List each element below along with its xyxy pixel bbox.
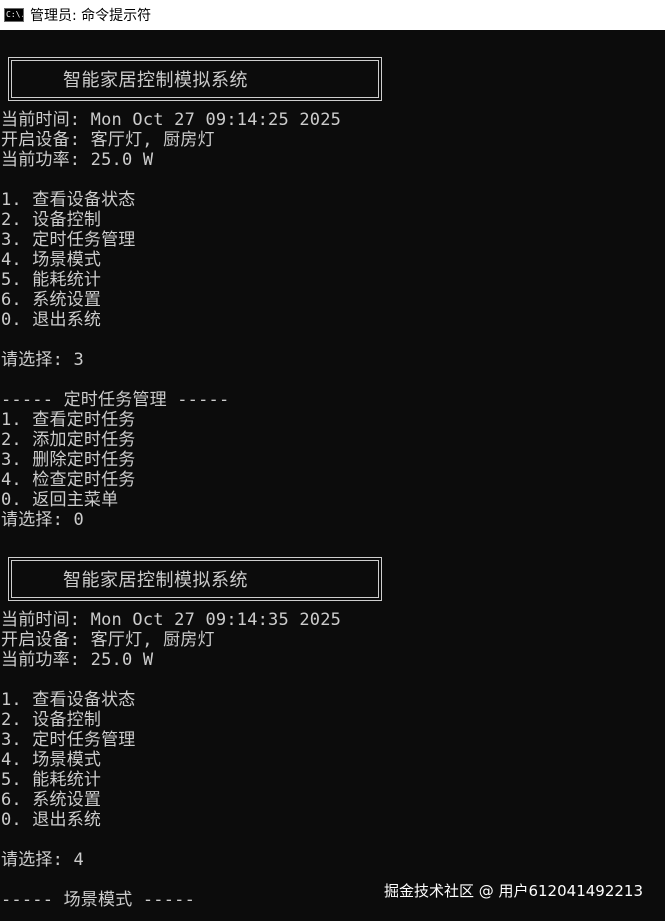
- menu-item: 5. 能耗统计: [1, 770, 102, 790]
- menu-item: 1. 查看设备状态: [1, 690, 136, 710]
- watermark-text: 掘金技术社区 @ 用户612041492213: [383, 882, 643, 900]
- submenu-header: ----- 定时任务管理 -----: [1, 390, 230, 410]
- window-titlebar: C:\. 管理员: 命令提示符: [0, 0, 665, 30]
- menu-item: 0. 退出系统: [1, 810, 102, 830]
- submenu-item: 2. 添加定时任务: [1, 430, 136, 450]
- menu-item: 2. 设备控制: [1, 210, 102, 230]
- menu-item: 6. 系统设置: [1, 790, 102, 810]
- current-power-line: 当前功率: 25.0 W: [1, 150, 154, 170]
- submenu-item: 0. 返回主菜单: [1, 490, 119, 510]
- scene-mode-header: ----- 场景模式 -----: [1, 890, 196, 910]
- banner-title: 智能家居控制模拟系统: [11, 560, 379, 598]
- active-devices-line: 开启设备: 客厅灯, 厨房灯: [1, 130, 215, 150]
- banner-title: 智能家居控制模拟系统: [11, 60, 379, 98]
- window-title: 管理员: 命令提示符: [30, 8, 152, 24]
- current-time-line: 当前时间: Mon Oct 27 09:14:25 2025: [1, 110, 342, 130]
- active-devices-line: 开启设备: 客厅灯, 厨房灯: [1, 630, 215, 650]
- console-output[interactable]: 智能家居控制模拟系统 当前时间: Mon Oct 27 09:14:25 202…: [0, 30, 665, 921]
- current-time-line: 当前时间: Mon Oct 27 09:14:35 2025: [1, 610, 342, 630]
- menu-item: 5. 能耗统计: [1, 270, 102, 290]
- menu-item: 4. 场景模式: [1, 750, 102, 770]
- banner-box: 智能家居控制模拟系统: [8, 57, 382, 101]
- menu-item: 2. 设备控制: [1, 710, 102, 730]
- menu-item: 4. 场景模式: [1, 250, 102, 270]
- menu-item: 3. 定时任务管理: [1, 730, 136, 750]
- submenu-item: 3. 删除定时任务: [1, 450, 136, 470]
- menu-item: 6. 系统设置: [1, 290, 102, 310]
- banner-box: 智能家居控制模拟系统: [8, 557, 382, 601]
- menu-item: 0. 退出系统: [1, 310, 102, 330]
- selection-prompt: 请选择: 3: [1, 350, 84, 370]
- menu-item: 1. 查看设备状态: [1, 190, 136, 210]
- submenu-prompt: 请选择: 0: [1, 510, 84, 530]
- selection-prompt: 请选择: 4: [1, 850, 84, 870]
- menu-item: 3. 定时任务管理: [1, 230, 136, 250]
- command-prompt-icon: C:\.: [4, 8, 24, 22]
- submenu-item: 4. 检查定时任务: [1, 470, 136, 490]
- submenu-item: 1. 查看定时任务: [1, 410, 136, 430]
- current-power-line: 当前功率: 25.0 W: [1, 650, 154, 670]
